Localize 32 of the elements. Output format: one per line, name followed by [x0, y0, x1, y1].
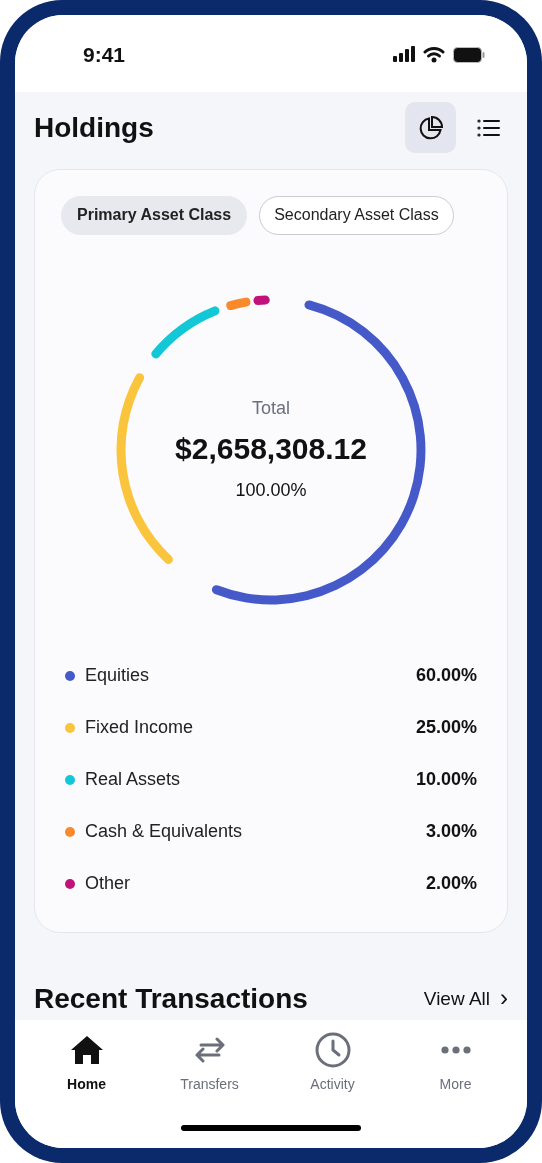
filter-chip[interactable]: Primary Asset Class: [61, 195, 248, 235]
tab-item[interactable]: Transfers: [148, 1032, 271, 1095]
more-icon: [440, 1046, 471, 1054]
total-label: Total: [252, 397, 290, 421]
legend-value: 25.00%: [415, 716, 477, 740]
clock-icon: [314, 1032, 351, 1068]
tab-item[interactable]: Activity: [271, 1032, 394, 1095]
page-title: Holdings: [34, 110, 154, 145]
legend-value: 3.00%: [425, 820, 477, 844]
status-time: 9:41: [83, 41, 126, 68]
battery-icon: [453, 46, 485, 63]
legend-label: Equities: [85, 664, 151, 688]
pie-chart-icon: [417, 114, 444, 141]
view-all-link[interactable]: View All ›: [423, 984, 508, 1014]
legend-value: 10.00%: [415, 768, 477, 792]
total-amount: $2,658,308.12: [175, 431, 367, 468]
filter-chip[interactable]: Secondary Asset Class: [259, 195, 454, 235]
legend-value: 60.00%: [415, 664, 477, 688]
total-percent: 100.00%: [235, 479, 307, 503]
signal-icon: [393, 46, 415, 63]
legend-value: 2.00%: [425, 872, 477, 896]
legend-label: Fixed Income: [85, 716, 195, 740]
home-icon: [69, 1035, 104, 1065]
tab-item[interactable]: Home: [25, 1032, 148, 1095]
legend-label: Real Assets: [85, 768, 182, 792]
list-icon: [477, 117, 501, 138]
section-title: Recent Transactions: [34, 982, 308, 1016]
legend-label: Other: [85, 872, 132, 896]
wifi-icon: [423, 46, 445, 63]
legend-label: Cash & Equivalents: [85, 820, 244, 844]
tab-item[interactable]: More: [394, 1032, 517, 1095]
chart-view-button[interactable]: [405, 102, 456, 154]
